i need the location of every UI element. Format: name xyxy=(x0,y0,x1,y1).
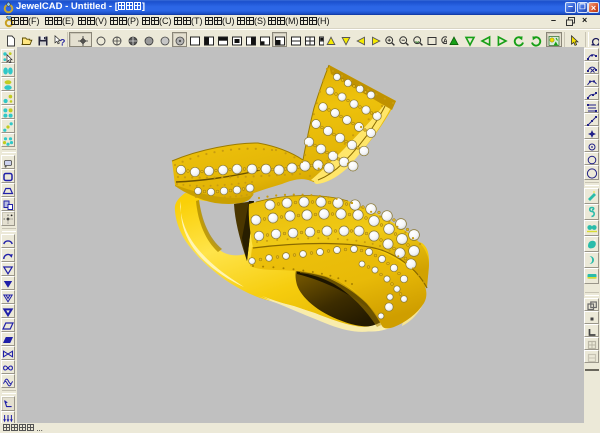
svg-text:?: ? xyxy=(59,38,64,48)
